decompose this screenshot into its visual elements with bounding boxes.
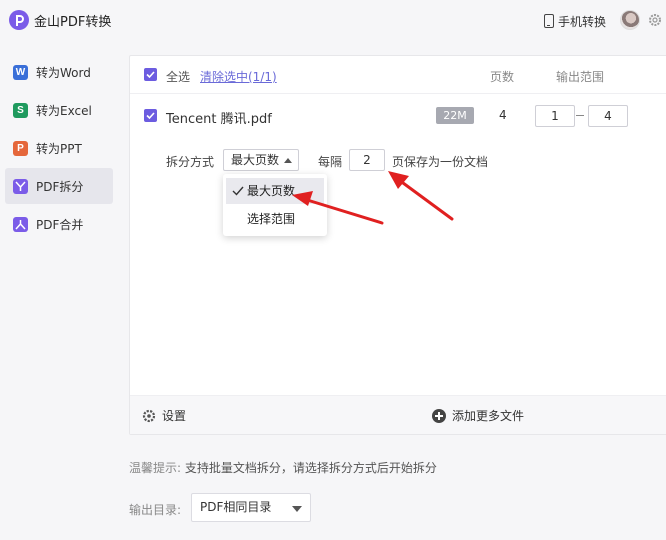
file-checkbox[interactable] (144, 109, 157, 122)
tip-text: 温馨提示: 支持批量文档拆分，请选择拆分方式后开始拆分 (129, 459, 437, 476)
clear-selection-link[interactable]: 清除选中(1/1) (200, 68, 277, 85)
file-panel: 全选 清除选中(1/1) 页数 输出范围 Tencent 腾讯.pdf 22M … (129, 55, 666, 435)
sidebar-item-excel[interactable]: S 转为Excel (5, 92, 113, 128)
settings-button[interactable]: 设置 (142, 407, 186, 424)
range-from-input[interactable]: 1 (535, 105, 575, 127)
column-header-range: 输出范围 (556, 70, 605, 84)
settings-label: 设置 (162, 409, 187, 423)
sidebar-item-word[interactable]: W 转为Word (5, 54, 113, 90)
dropdown-option-label: 选择范围 (247, 212, 296, 226)
select-all-label[interactable]: 全选 (166, 68, 190, 85)
split-method-dropdown: 最大页数 选择范围 (223, 174, 327, 236)
phone-icon (544, 14, 554, 28)
page-count: 4 (499, 108, 507, 122)
sidebar-item-pdf-split[interactable]: PDF拆分 (5, 168, 113, 204)
avatar[interactable] (620, 10, 640, 30)
sidebar-item-pdf-merge[interactable]: PDF合并 (5, 206, 113, 242)
phone-transfer-label: 手机转换 (558, 14, 607, 29)
file-name: Tencent 腾讯.pdf (166, 112, 272, 127)
output-dir-value: PDF相同目录 (200, 500, 272, 514)
sidebar-item-label: PDF拆分 (36, 179, 84, 194)
add-more-label: 添加更多文件 (452, 409, 525, 423)
split-method-select[interactable]: 最大页数 (223, 149, 299, 171)
divider (130, 93, 666, 94)
sidebar-item-label: 转为Word (36, 65, 91, 80)
tip-label: 温馨提示: (129, 461, 182, 475)
app-logo-icon (9, 10, 29, 30)
title-bar: 金山PDF转换 手机转换 (0, 0, 666, 42)
dropdown-option-max-pages[interactable]: 最大页数 (226, 178, 324, 204)
sidebar-item-label: 转为PPT (36, 141, 82, 156)
dropdown-option-label: 最大页数 (247, 184, 296, 198)
gear-icon (142, 409, 156, 422)
sidebar-item-label: 转为Excel (36, 103, 92, 118)
panel-footer: 设置 添加更多文件 (130, 396, 666, 434)
merge-icon (13, 216, 28, 232)
tip-content: 支持批量文档拆分，请选择拆分方式后开始拆分 (184, 461, 437, 475)
range-dash (576, 115, 584, 116)
list-header: 全选 清除选中(1/1) 页数 输出范围 (130, 56, 666, 94)
chevron-up-icon (284, 158, 292, 163)
sidebar-item-label: PDF合并 (36, 217, 84, 232)
app-title: 金山PDF转换 (34, 15, 112, 30)
split-method-label: 拆分方式 (166, 155, 215, 169)
chevron-down-icon (292, 506, 302, 512)
every-label: 每隔 (318, 155, 343, 169)
add-more-files-button[interactable]: 添加更多文件 (432, 407, 524, 424)
file-size-badge: 22M (436, 107, 474, 124)
excel-icon: S (13, 102, 28, 118)
every-pages-input[interactable]: 2 (349, 149, 385, 171)
add-circle-icon (432, 408, 446, 423)
sidebar-item-ppt[interactable]: P 转为PPT (5, 130, 113, 166)
column-header-pages: 页数 (490, 70, 515, 84)
split-icon (13, 178, 28, 194)
dropdown-option-select-range[interactable]: 选择范围 (226, 206, 324, 232)
phone-transfer-button[interactable]: 手机转换 (544, 12, 606, 30)
every-suffix-label: 页保存为一份文档 (392, 155, 489, 169)
split-method-value: 最大页数 (231, 153, 280, 167)
check-icon (232, 186, 244, 196)
output-dir-select[interactable]: PDF相同目录 (191, 493, 311, 522)
word-icon: W (13, 64, 28, 80)
select-all-checkbox[interactable] (144, 68, 157, 81)
settings-gear-icon[interactable] (648, 13, 662, 27)
range-to-input[interactable]: 4 (588, 105, 628, 127)
output-dir-label: 输出目录: (129, 503, 182, 517)
ppt-icon: P (13, 140, 28, 156)
